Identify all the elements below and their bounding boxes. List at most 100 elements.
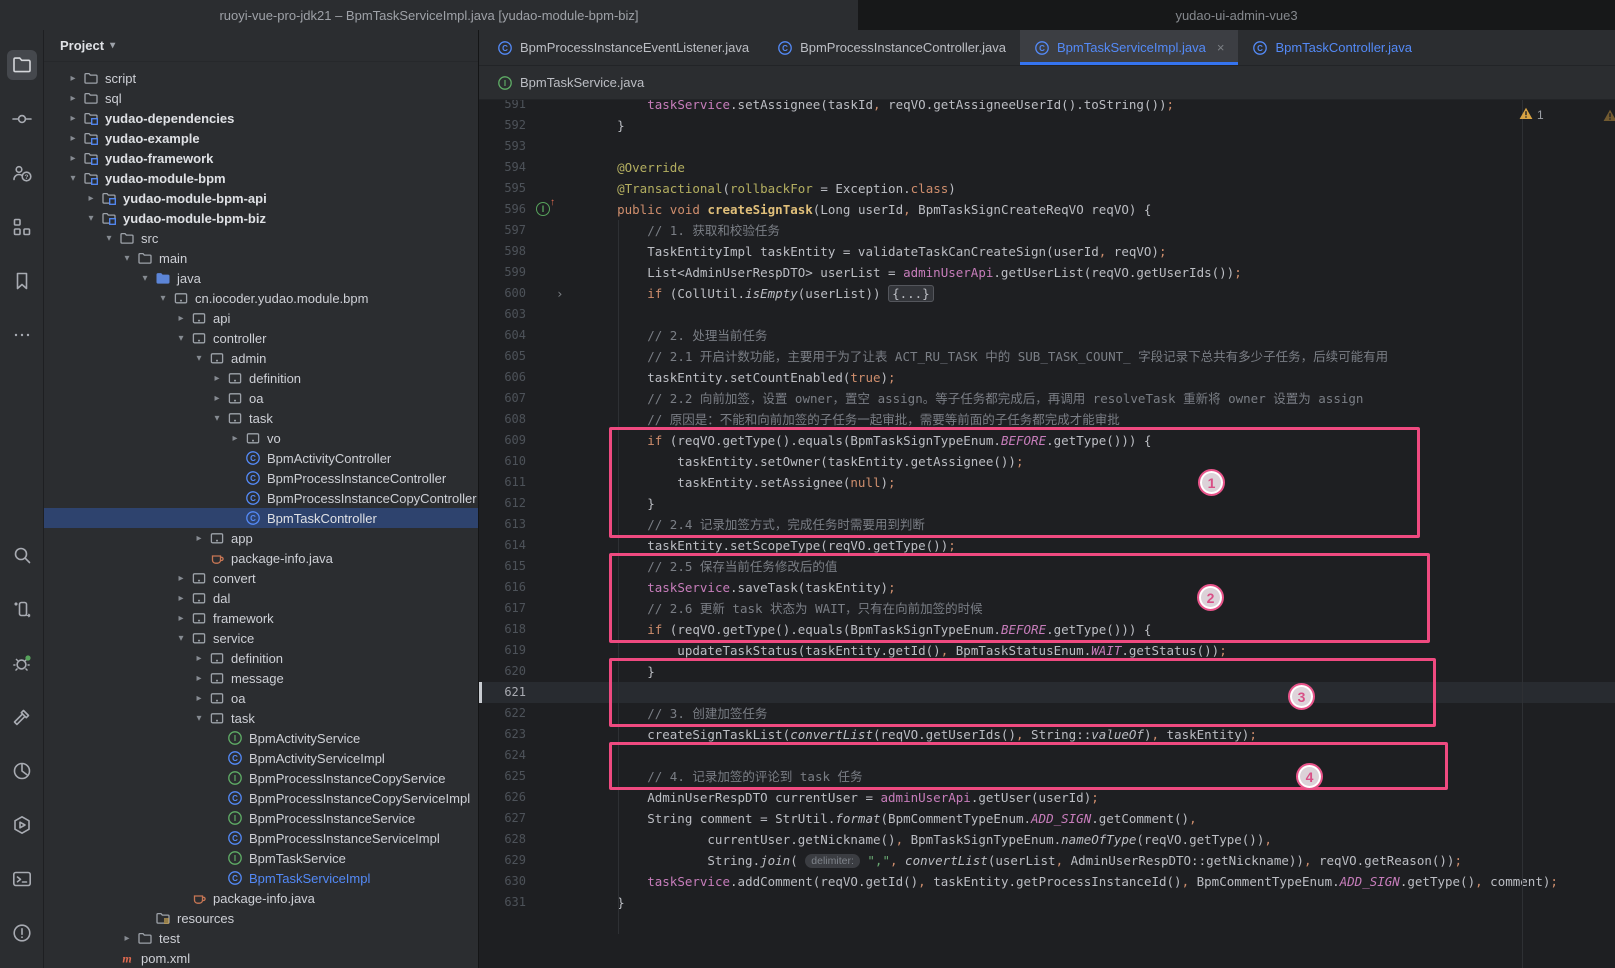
tree-item-main[interactable]: ▾main (44, 248, 478, 268)
line-number[interactable]: 593 (479, 136, 534, 157)
line-number[interactable]: 620 (479, 661, 534, 682)
line-number[interactable]: 606 (479, 367, 534, 388)
code-line-624[interactable]: 624 (479, 745, 1615, 766)
code-line-626[interactable]: 626 AdminUserRespDTO currentUser = admin… (479, 787, 1615, 808)
line-number[interactable]: 619 (479, 640, 534, 661)
tree-item-package-info-java[interactable]: package-info.java (44, 888, 478, 908)
chevron-collapsed-icon[interactable]: ▸ (64, 113, 82, 124)
code-line-623[interactable]: 623 createSignTaskList(convertList(reqVO… (479, 724, 1615, 745)
code-line-594[interactable]: 594 @Override (479, 157, 1615, 178)
code-line-618[interactable]: 618 if (reqVO.getType().equals(BpmTaskSi… (479, 619, 1615, 640)
code-line-600[interactable]: 600› if (CollUtil.isEmpty(userList)) {..… (479, 283, 1615, 304)
chevron-expanded-icon[interactable]: ▾ (154, 293, 172, 304)
line-number[interactable]: 610 (479, 451, 534, 472)
code-line-608[interactable]: 608 // 原因是：不能和向前加签的子任务一起审批，需要等前面的子任务都完成才… (479, 409, 1615, 430)
tree-item-test[interactable]: ▸test (44, 928, 478, 948)
more-tool-windows-icon[interactable] (7, 320, 37, 350)
override-marker-icon[interactable]: I (534, 199, 556, 220)
line-number[interactable]: 598 (479, 241, 534, 262)
code-line-627[interactable]: 627 String comment = StrUtil.format(BpmC… (479, 808, 1615, 829)
code-line-614[interactable]: 614 taskEntity.setScopeType(reqVO.getTyp… (479, 535, 1615, 556)
terminal-icon[interactable] (7, 864, 37, 894)
structure-icon[interactable] (7, 212, 37, 242)
tree-item-task[interactable]: ▾task (44, 708, 478, 728)
line-number[interactable]: 628 (479, 829, 534, 850)
search-icon[interactable] (7, 540, 37, 570)
code-line-597[interactable]: 597 // 1. 获取和校验任务 (479, 220, 1615, 241)
line-number[interactable]: 625 (479, 766, 534, 787)
code-line-592[interactable]: 592 } (479, 115, 1615, 136)
line-number[interactable]: 624 (479, 745, 534, 766)
tree-item-bpmactivityservice[interactable]: IBpmActivityService (44, 728, 478, 748)
build-icon[interactable] (7, 702, 37, 732)
chevron-expanded-icon[interactable]: ▾ (64, 173, 82, 184)
folded-region-badge[interactable]: {...} (888, 285, 934, 302)
line-number[interactable]: 596 (479, 199, 534, 220)
chevron-expanded-icon[interactable]: ▾ (82, 213, 100, 224)
line-number[interactable]: 607 (479, 388, 534, 409)
line-number[interactable]: 627 (479, 808, 534, 829)
problems-icon[interactable] (7, 918, 37, 948)
code-line-631[interactable]: 631 } (479, 892, 1615, 913)
line-number[interactable]: 605 (479, 346, 534, 367)
code-line-605[interactable]: 605 // 2.1 开启计数功能，主要用于为了让表 ACT_RU_TASK 中… (479, 346, 1615, 367)
code-line-609[interactable]: 609 if (reqVO.getType().equals(BpmTaskSi… (479, 430, 1615, 451)
line-number[interactable]: 614 (479, 535, 534, 556)
chevron-collapsed-icon[interactable]: ▸ (190, 693, 208, 704)
line-number[interactable]: 615 (479, 556, 534, 577)
code-line-603[interactable]: 603 (479, 304, 1615, 325)
chevron-collapsed-icon[interactable]: ▸ (118, 933, 136, 944)
chevron-expanded-icon[interactable]: ▾ (208, 413, 226, 424)
code-line-606[interactable]: 606 taskEntity.setCountEnabled(true); (479, 367, 1615, 388)
line-number[interactable]: 599 (479, 262, 534, 283)
tree-item-yudao-dependencies[interactable]: ▸yudao-dependencies (44, 108, 478, 128)
tree-item-bpmtaskcontroller[interactable]: CBpmTaskController (44, 508, 478, 528)
chevron-collapsed-icon[interactable]: ▸ (172, 313, 190, 324)
inspections-widget[interactable]: 1 (1519, 107, 1544, 123)
tree-item-vo[interactable]: ▸vo (44, 428, 478, 448)
line-number[interactable]: 591 (479, 100, 534, 115)
tree-item-framework[interactable]: ▸framework (44, 608, 478, 628)
tree-item-pom-xml[interactable]: mpom.xml (44, 948, 478, 968)
chevron-collapsed-icon[interactable]: ▸ (172, 573, 190, 584)
tree-item-package-info-java[interactable]: package-info.java (44, 548, 478, 568)
tree-item-controller[interactable]: ▾controller (44, 328, 478, 348)
chevron-collapsed-icon[interactable]: ▸ (208, 393, 226, 404)
tree-item-definition[interactable]: ▸definition (44, 648, 478, 668)
debug-icon[interactable] (7, 648, 37, 678)
profiler-icon[interactable] (7, 756, 37, 786)
tree-item-definition[interactable]: ▸definition (44, 368, 478, 388)
tree-item-yudao-module-bpm-api[interactable]: ▸yudao-module-bpm-api (44, 188, 478, 208)
line-number[interactable]: 597 (479, 220, 534, 241)
chevron-collapsed-icon[interactable]: ▸ (172, 613, 190, 624)
code-line-617[interactable]: 617 // 2.6 更新 task 状态为 WAIT，只有在向前加签的时候 (479, 598, 1615, 619)
tab-bpmtaskservice-java[interactable]: IBpmTaskService.java (483, 66, 658, 99)
run-anything-icon[interactable] (7, 594, 37, 624)
tree-item-oa[interactable]: ▸oa (44, 688, 478, 708)
code-line-595[interactable]: 595 @Transactional(rollbackFor = Excepti… (479, 178, 1615, 199)
tree-item-bpmtaskservice[interactable]: IBpmTaskService (44, 848, 478, 868)
tree-item-api[interactable]: ▸api (44, 308, 478, 328)
line-number[interactable]: 594 (479, 157, 534, 178)
line-number[interactable]: 603 (479, 304, 534, 325)
pull-requests-icon[interactable]: ? (7, 158, 37, 188)
code-line-610[interactable]: 610 taskEntity.setOwner(taskEntity.getAs… (479, 451, 1615, 472)
tree-item-java[interactable]: ▾java (44, 268, 478, 288)
tree-item-bpmprocessinstancecopyservice[interactable]: IBpmProcessInstanceCopyService (44, 768, 478, 788)
chevron-collapsed-icon[interactable]: ▸ (82, 193, 100, 204)
code-line-604[interactable]: 604 // 2. 处理当前任务 (479, 325, 1615, 346)
line-number[interactable]: 592 (479, 115, 534, 136)
tree-item-bpmprocessinstancecopyserviceimpl[interactable]: CBpmProcessInstanceCopyServiceImpl (44, 788, 478, 808)
code-line-630[interactable]: 630 taskService.addComment(reqVO.getId()… (479, 871, 1615, 892)
chevron-expanded-icon[interactable]: ▾ (118, 253, 136, 264)
line-number[interactable]: 617 (479, 598, 534, 619)
tab-bpmprocessinstanceeventlistener-java[interactable]: CBpmProcessInstanceEventListener.java (483, 30, 763, 65)
tree-item-src[interactable]: ▾src (44, 228, 478, 248)
line-number[interactable]: 630 (479, 871, 534, 892)
code-line-612[interactable]: 612 } (479, 493, 1615, 514)
tree-item-script[interactable]: ▸script (44, 68, 478, 88)
chevron-collapsed-icon[interactable]: ▸ (64, 133, 82, 144)
code-line-619[interactable]: 619 updateTaskStatus(taskEntity.getId(),… (479, 640, 1615, 661)
line-number[interactable]: 608 (479, 409, 534, 430)
tree-item-bpmprocessinstancecontroller[interactable]: CBpmProcessInstanceController (44, 468, 478, 488)
